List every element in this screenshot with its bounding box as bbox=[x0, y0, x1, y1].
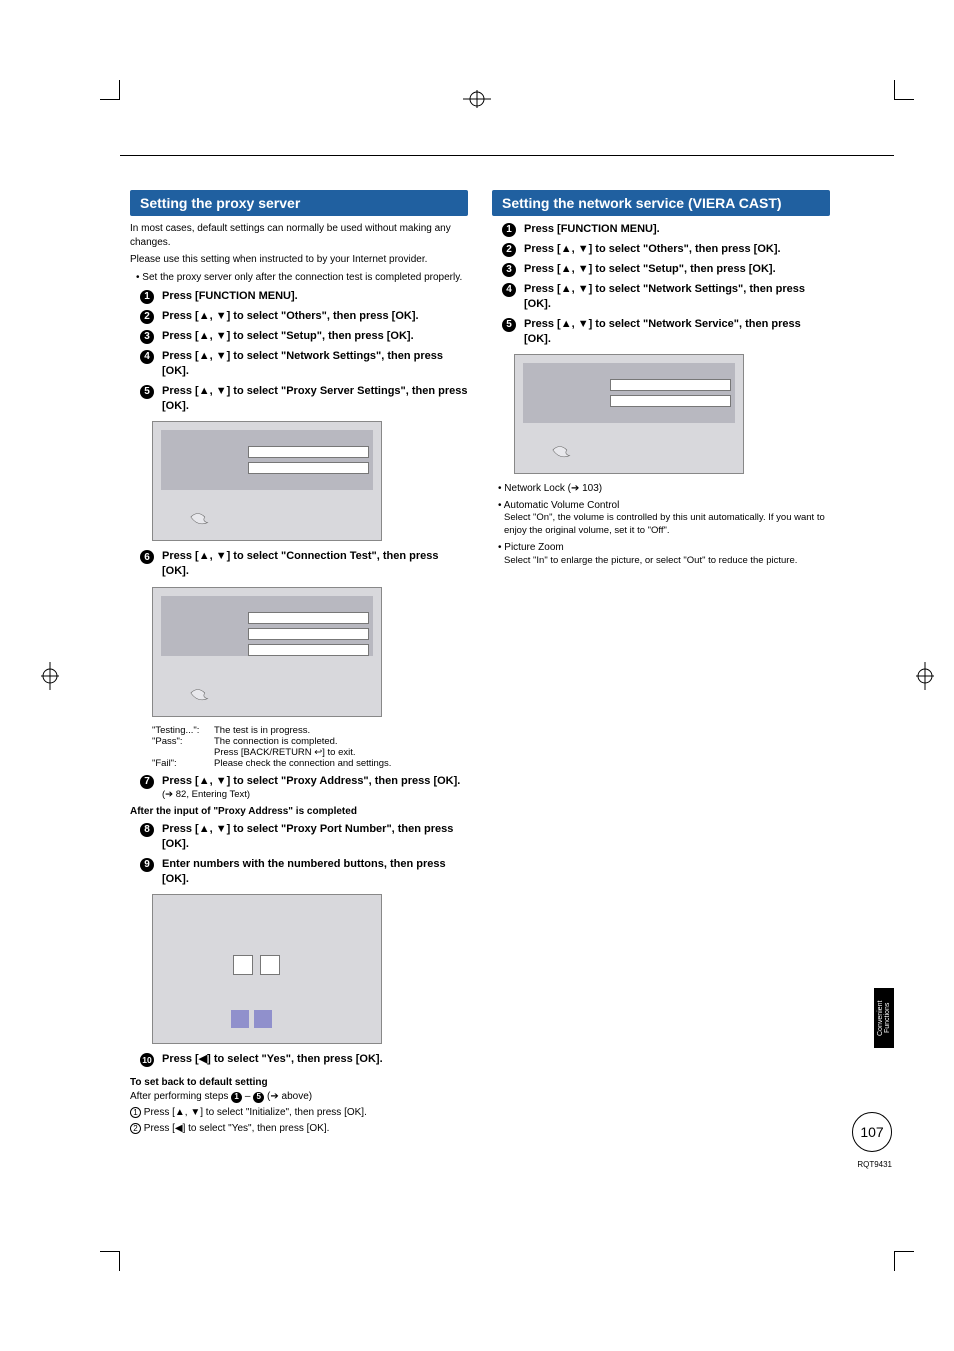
connection-status-table: "Testing...":The test is in progress. "P… bbox=[152, 725, 468, 769]
step-text: Press [▲, ▼] to select "Proxy Port Numbe… bbox=[162, 822, 468, 852]
step-text: Press [FUNCTION MENU]. bbox=[162, 289, 468, 304]
note-detail: Select "In" to enlarge the picture, or s… bbox=[504, 555, 830, 568]
crop-mark bbox=[894, 80, 914, 100]
step-text: Press [▲, ▼] to select "Setup", then pre… bbox=[524, 262, 830, 277]
proxy-settings-screenshot bbox=[152, 421, 382, 541]
step-number-icon: 3 bbox=[140, 330, 154, 344]
hand-pointer-icon bbox=[550, 440, 578, 465]
crop-mark bbox=[894, 1251, 914, 1271]
step-number-icon: 5 bbox=[502, 318, 516, 332]
step-text: Press [▲, ▼] to select "Network Settings… bbox=[162, 349, 468, 379]
crop-mark bbox=[100, 1251, 120, 1271]
step-number-icon: 9 bbox=[140, 858, 154, 872]
section-tab: Convenient Functions bbox=[874, 988, 894, 1048]
registration-mark-icon bbox=[41, 662, 59, 690]
step-number-icon: 7 bbox=[140, 775, 154, 789]
cross-ref-note: (➔ 82, Entering Text) bbox=[162, 789, 468, 800]
document-id: RQT9431 bbox=[857, 1160, 892, 1169]
step-number-icon: 8 bbox=[140, 823, 154, 837]
port-number-screenshot bbox=[152, 894, 382, 1044]
top-rule bbox=[120, 155, 894, 156]
step-text: Press [▲, ▼] to select "Network Settings… bbox=[524, 282, 830, 312]
step-text: Press [▲, ▼] to select "Others", then pr… bbox=[524, 242, 830, 257]
registration-mark-icon bbox=[916, 662, 934, 690]
step-number-icon: 6 bbox=[140, 550, 154, 564]
step-number-icon: 4 bbox=[140, 350, 154, 364]
section-header-proxy: Setting the proxy server bbox=[130, 190, 468, 216]
step-text: Press [◀] to select "Yes", then press [O… bbox=[162, 1052, 468, 1067]
intro-text: In most cases, default settings can norm… bbox=[130, 222, 468, 249]
reset-step: 2 Press [◀] to select "Yes", then press … bbox=[130, 1122, 468, 1136]
intro-bullet: • Set the proxy server only after the co… bbox=[136, 271, 468, 285]
step-number-icon: 5 bbox=[140, 385, 154, 399]
note-detail: Select "On", the volume is controlled by… bbox=[504, 512, 830, 538]
reset-step: 1 Press [▲, ▼] to select "Initialize", t… bbox=[130, 1106, 468, 1120]
step-number-icon: 2 bbox=[140, 310, 154, 324]
reset-text: After performing steps 1 – 5 (➔ above) bbox=[130, 1090, 468, 1104]
note-item: • Automatic Volume Control bbox=[498, 499, 830, 513]
step-text: Enter numbers with the numbered buttons,… bbox=[162, 857, 468, 887]
step-text: Press [FUNCTION MENU]. bbox=[524, 222, 830, 237]
step-number-icon: 4 bbox=[502, 283, 516, 297]
note-item: • Picture Zoom bbox=[498, 541, 830, 555]
note-item: • Network Lock (➔ 103) bbox=[498, 482, 830, 496]
sub-heading: After the input of "Proxy Address" is co… bbox=[130, 806, 468, 817]
step-text: Press [▲, ▼] to select "Others", then pr… bbox=[162, 309, 468, 324]
hand-pointer-icon bbox=[188, 507, 216, 532]
network-service-screenshot bbox=[514, 354, 744, 474]
step-number-icon: 3 bbox=[502, 263, 516, 277]
crop-mark bbox=[100, 80, 120, 100]
step-number-icon: 10 bbox=[140, 1053, 154, 1067]
step-text: Press [▲, ▼] to select "Proxy Address", … bbox=[162, 774, 468, 789]
connection-test-screenshot bbox=[152, 587, 382, 717]
page-number: 107 bbox=[852, 1112, 892, 1152]
step-text: Press [▲, ▼] to select "Setup", then pre… bbox=[162, 329, 468, 344]
section-header-network-service: Setting the network service (VIERA CAST) bbox=[492, 190, 830, 216]
step-number-icon: 1 bbox=[140, 290, 154, 304]
step-text: Press [▲, ▼] to select "Network Service"… bbox=[524, 317, 830, 347]
intro-text: Please use this setting when instructed … bbox=[130, 253, 468, 267]
step-text: Press [▲, ▼] to select "Proxy Server Set… bbox=[162, 384, 468, 414]
reset-heading: To set back to default setting bbox=[130, 1077, 468, 1088]
hand-pointer-icon bbox=[188, 683, 216, 708]
step-number-icon: 2 bbox=[502, 243, 516, 257]
registration-mark-icon bbox=[463, 90, 491, 108]
step-number-icon: 1 bbox=[502, 223, 516, 237]
step-text: Press [▲, ▼] to select "Connection Test"… bbox=[162, 549, 468, 579]
